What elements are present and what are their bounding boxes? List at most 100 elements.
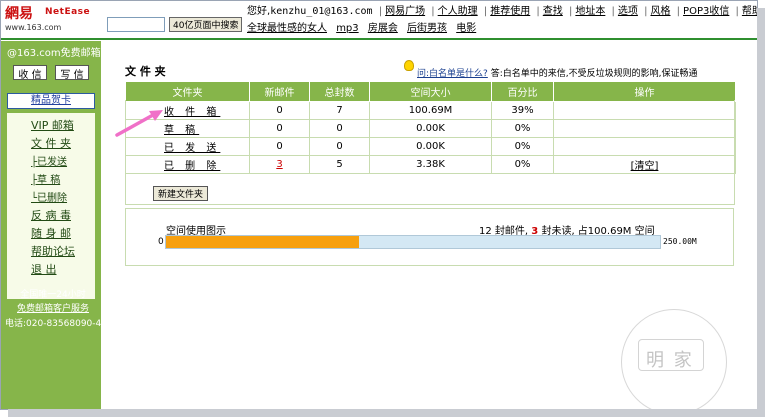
sidebar-item-exit[interactable]: 退 出 (31, 261, 119, 277)
search-input[interactable] (107, 17, 165, 32)
folder-name-cell: 已 删 除 (125, 155, 250, 174)
col-total: 总封数 (309, 81, 370, 102)
sidebar-item-folders[interactable]: 文 件 夹 (31, 135, 119, 151)
sidebar-item-drafts[interactable]: ├草 稿 (31, 171, 119, 186)
new-count: 0 (249, 137, 310, 156)
nav-pop3[interactable]: POP3收信 (683, 6, 729, 17)
sidebar-item-mobile[interactable]: 随 身 邮 (31, 225, 119, 241)
folder-deleted-link[interactable]: 已 删 除 (164, 161, 220, 172)
sidebar-item-forum[interactable]: 帮助论坛 (31, 243, 119, 259)
col-actions: 操作 (553, 81, 736, 102)
nav-recommend[interactable]: 推荐使用 (490, 6, 530, 17)
table-row: 收 件 箱 0 7 100.69M 39% (125, 101, 736, 120)
action-cell (553, 119, 736, 138)
folder-inbox-link[interactable]: 收 件 箱 (164, 107, 220, 118)
empty-trash-link[interactable]: [清空] (631, 161, 659, 172)
panel-border (734, 100, 735, 204)
nav-find[interactable]: 查找 (543, 6, 563, 17)
top-nav: 您好,kenzhu_01@163.com | 网易广场 | 个人助理 | 推荐使用 |… (247, 2, 757, 17)
total-count: 0 (309, 119, 370, 138)
total-count: 5 (309, 155, 370, 174)
action-cell: [清空] (553, 155, 736, 174)
usage-bar-fill (166, 236, 359, 248)
service-link[interactable]: 免费邮箱客户服务 (5, 301, 101, 314)
folder-name-cell: 已 发 送 (125, 137, 250, 156)
pointer-arrow-icon (115, 110, 163, 137)
table-row: 已 发 送 0 0 0.00K 0% (125, 137, 736, 156)
greeting: 您好,kenzhu_01@163.com (247, 6, 373, 17)
new-count: 0 (249, 101, 310, 120)
help-question[interactable]: 问:白名单是什么? (417, 69, 488, 79)
nav-style[interactable]: 风格 (650, 6, 670, 17)
sidebar-item-antivirus[interactable]: 反 病 毒 (31, 207, 119, 223)
bar-min-label: 0 (158, 237, 164, 247)
folder-sent-link[interactable]: 已 发 送 (164, 143, 220, 154)
table-header: 文件夹 新邮件 总封数 空间大小 百分比 操作 (125, 81, 736, 102)
percent-value: 39% (491, 101, 554, 120)
page-title: 文 件 夹 (125, 65, 166, 78)
unread-count-link[interactable]: 3 (276, 159, 282, 170)
nav-square[interactable]: 网易广场 (385, 6, 425, 17)
window-shadow (8, 409, 765, 417)
sidebar-item-vip[interactable]: VIP 邮箱 (31, 117, 119, 133)
size-value: 3.38K (369, 155, 492, 174)
action-cell (553, 137, 736, 156)
usage-bar (165, 235, 661, 249)
sidebar-item-sent[interactable]: ├已发送 (31, 153, 119, 168)
window-shadow (757, 8, 765, 416)
size-value: 100.69M (369, 101, 492, 120)
col-new: 新邮件 (249, 81, 310, 102)
sidebar-item-deleted[interactable]: └已删除 (31, 189, 119, 204)
percent-value: 0% (491, 137, 554, 156)
folder-table: 文件夹 新邮件 总封数 空间大小 百分比 操作 收 件 箱 0 7 100.69… (125, 81, 736, 174)
size-value: 0.00K (369, 119, 492, 138)
bar-max-label: 250.00M (663, 237, 697, 246)
nav-help[interactable]: 帮助 (742, 6, 757, 17)
user-email: kenzhu_01@163.com (270, 6, 373, 17)
new-count: 0 (249, 119, 310, 138)
size-value: 0.00K (369, 137, 492, 156)
inbox-button[interactable]: 收 信 (13, 65, 47, 81)
folder-drafts-link[interactable]: 草 稿 (164, 125, 199, 136)
hotlink-bsb[interactable]: 后街男孩 (407, 23, 447, 34)
service-line-1: 全国唯一24小时 (20, 290, 86, 300)
compose-button[interactable]: 写 信 (55, 65, 89, 81)
percent-value: 0% (491, 155, 554, 174)
nav-assistant[interactable]: 个人助理 (438, 6, 478, 17)
hotlink-mp3[interactable]: mp3 (336, 23, 358, 34)
service-phone: 电话:020-83568090-4 (5, 319, 102, 329)
sidebar: @163.com免费邮箱 收 信 写 信 精品贺卡 VIP 邮箱 文 件 夹 ├… (1, 41, 101, 409)
whitelist-help[interactable]: 问:白名单是什么? 答:白名单中的来信,不受反垃圾规则的影响,保证畅通 (417, 66, 697, 79)
nav-options[interactable]: 选项 (618, 6, 638, 17)
logo-cn: 網易 (5, 6, 33, 22)
sidebar-title: @163.com免费邮箱 (7, 48, 101, 59)
table-row: 草 稿 0 0 0.00K 0% (125, 119, 736, 138)
mail-window: 網易 NetEase www.163.com 您好,kenzhu_01@163.… (0, 0, 758, 410)
logo-en: NetEase (45, 7, 91, 17)
header: 網易 NetEase www.163.com 您好,kenzhu_01@163.… (1, 1, 757, 35)
action-cell (553, 101, 736, 120)
search-button[interactable]: 40亿页面中搜索 (169, 17, 243, 32)
new-folder-button[interactable]: 新建文件夹 (153, 186, 209, 201)
hotlink-movie[interactable]: 电影 (456, 23, 476, 34)
greeting-cards-link[interactable]: 精品贺卡 (7, 93, 95, 109)
sidebar-menu: VIP 邮箱 文 件 夹 ├已发送 ├草 稿 └已删除 反 病 毒 随 身 邮 … (7, 113, 95, 299)
netease-logo[interactable]: 網易 NetEase www.163.com (5, 3, 97, 33)
header-divider (1, 38, 757, 40)
hot-links: 全球最性感的女人 mp3 房展会 后街男孩 电影 (247, 19, 482, 34)
percent-value: 0% (491, 119, 554, 138)
col-size: 空间大小 (369, 81, 492, 102)
logo-url: www.163.com (5, 23, 62, 32)
table-row: 已 删 除 3 5 3.38K 0% [清空] (125, 155, 736, 174)
total-count: 0 (309, 137, 370, 156)
watermark-text: 明 家 (646, 350, 694, 371)
nav-addressbook[interactable]: 地址本 (575, 6, 605, 17)
hotlink-house[interactable]: 房展会 (368, 23, 398, 34)
new-count: 3 (249, 155, 310, 174)
help-answer: 答:白名单中的来信,不受反垃圾规则的影响,保证畅通 (490, 69, 698, 79)
hotlink-women[interactable]: 全球最性感的女人 (247, 23, 327, 34)
lightbulb-icon (404, 60, 414, 71)
col-folder: 文件夹 (125, 81, 250, 102)
panel-border (125, 204, 735, 205)
col-percent: 百分比 (491, 81, 554, 102)
